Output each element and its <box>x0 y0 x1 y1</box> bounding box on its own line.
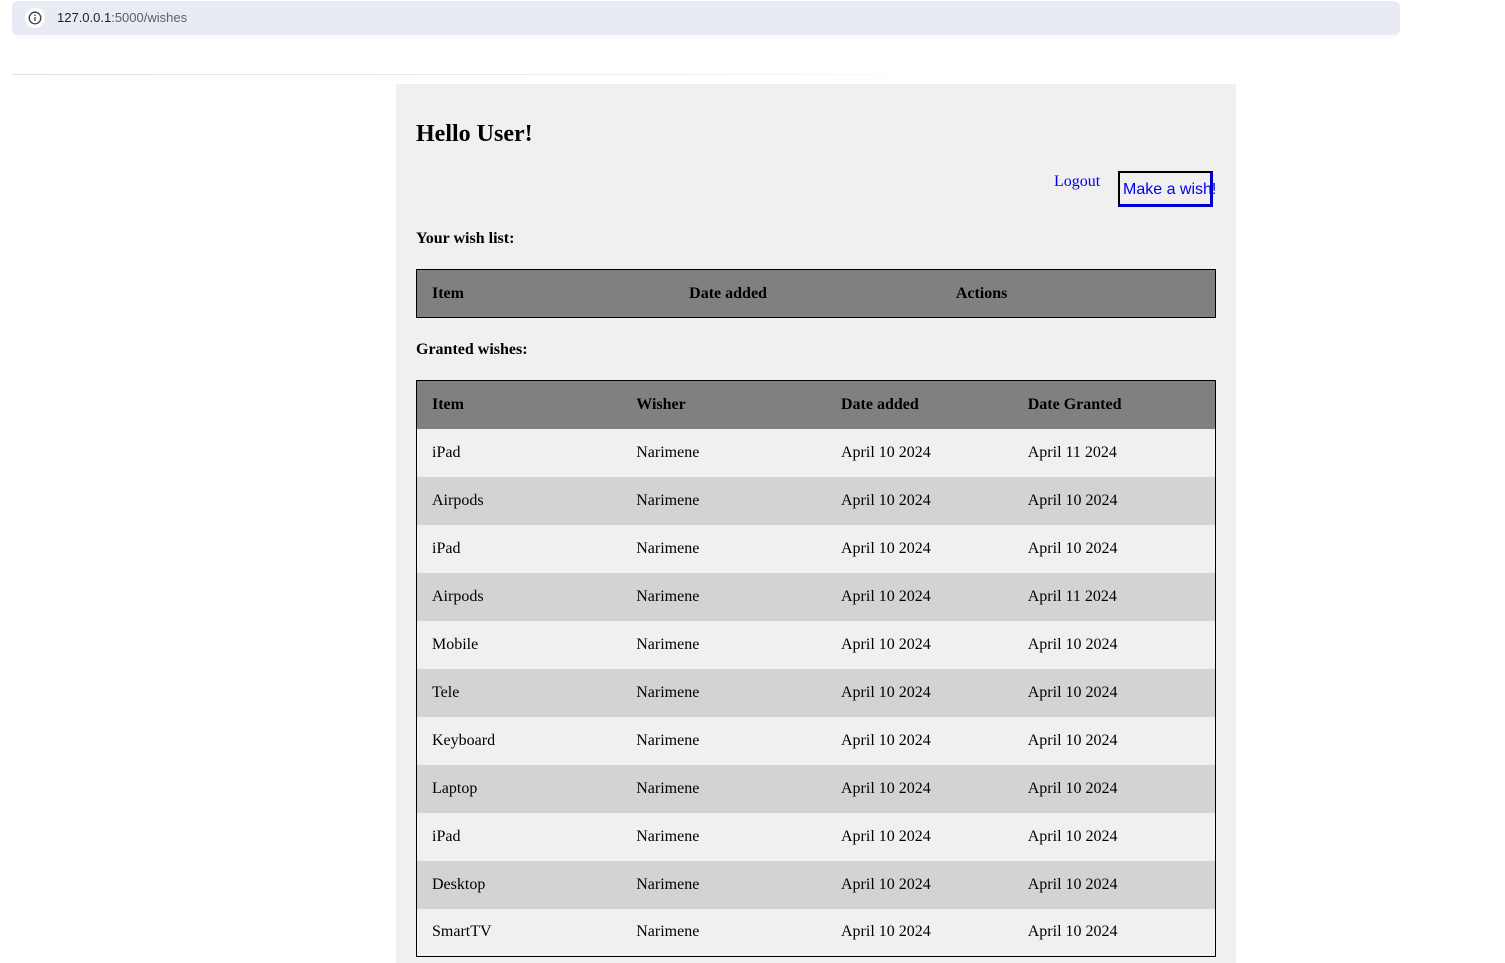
granted-cell-date-added: April 10 2024 <box>841 587 931 605</box>
granted-cell-date-granted: April 10 2024 <box>1027 731 1118 749</box>
granted-cell-date-granted: April 11 2024 <box>1027 587 1117 605</box>
granted-cell-date-added: April 10 2024 <box>841 683 931 701</box>
granted-cell-item: Tele <box>432 683 460 701</box>
granted-cell-wisher: Narimene <box>636 443 700 461</box>
url-path: :5000/wishes <box>111 10 188 25</box>
wish-list-header-actions: Actions <box>940 269 1216 318</box>
granted-header-date-added: Date added <box>826 380 1013 429</box>
granted-cell-wisher: Narimene <box>636 731 700 749</box>
granted-cell-date-added: April 10 2024 <box>841 731 931 749</box>
granted-cell-wisher: Narimene <box>636 635 700 653</box>
make-wish-button[interactable]: Make a wish! <box>1118 171 1216 207</box>
granted-cell-item: iPad <box>432 443 461 461</box>
granted-cell-wisher: Narimene <box>636 587 700 605</box>
table-row: Keyboard Narimene April 10 2024 April 10 20… <box>416 716 1216 765</box>
granted-cell-date-added: April 10 2024 <box>841 443 931 461</box>
granted-cell-date-added: April 10 2024 <box>841 875 931 893</box>
page-container: Hello User! Logout Make a wish! Your wis… <box>396 84 1236 963</box>
logout-link[interactable]: Logout <box>1054 173 1100 191</box>
granted-cell-item: Airpods <box>432 491 484 509</box>
granted-cell-wisher: Narimene <box>636 683 700 701</box>
granted-cell-wisher: Narimene <box>636 875 700 893</box>
greeting-heading: Hello User! <box>416 121 533 147</box>
granted-cell-date-granted: April 10 2024 <box>1027 539 1118 557</box>
granted-cell-date-granted: April 11 2024 <box>1027 443 1117 461</box>
granted-wishes-table: Item Wisher Date added Date Granted iPad… <box>416 380 1216 957</box>
granted-header-date-granted: Date Granted <box>1012 380 1216 429</box>
granted-cell-wisher: Narimene <box>636 827 700 845</box>
table-row: iPad Narimene April 10 2024 April 11 2024 <box>416 428 1216 477</box>
table-row: iPad Narimene April 10 2024 April 10 2024 <box>416 524 1216 573</box>
granted-cell-item: Keyboard <box>432 731 496 749</box>
table-row: Laptop Narimene April 10 2024 April 10 2024 <box>416 764 1216 813</box>
granted-cell-item: Mobile <box>432 635 479 653</box>
granted-cell-date-added: April 10 2024 <box>841 923 931 941</box>
site-info-icon[interactable] <box>25 8 45 28</box>
table-row: SmartTV Narimene April 10 2024 April 10 202… <box>416 908 1216 957</box>
address-bar[interactable]: 127.0.0.1:5000/wishes <box>12 1 1400 35</box>
toolbar-divider <box>12 74 962 75</box>
wish-list-table: Item Date added Actions <box>416 269 1216 318</box>
granted-header-row: Item Wisher Date added Date Granted <box>416 380 1216 429</box>
granted-cell-wisher: Narimene <box>636 779 700 797</box>
granted-cell-date-granted: April 10 2024 <box>1027 683 1118 701</box>
granted-cell-item: iPad <box>432 827 461 845</box>
table-row: Desktop Narimene April 10 2024 April 10 202… <box>416 860 1216 909</box>
granted-cell-date-added: April 10 2024 <box>841 827 931 845</box>
granted-cell-item: Airpods <box>432 587 484 605</box>
granted-cell-date-granted: April 10 2024 <box>1027 827 1118 845</box>
granted-cell-wisher: Narimene <box>636 491 700 509</box>
granted-cell-item: SmartTV <box>432 923 492 941</box>
table-row: Airpods Narimene April 10 2024 April 10 202… <box>416 476 1216 525</box>
wish-list-header-date-added: Date added <box>674 269 941 318</box>
granted-cell-date-added: April 10 2024 <box>841 491 931 509</box>
table-row: Tele Narimene April 10 2024 April 10 2024 <box>416 668 1216 717</box>
table-row: iPad Narimene April 10 2024 April 10 2024 <box>416 812 1216 861</box>
granted-cell-item: Desktop <box>432 875 486 893</box>
granted-cell-date-added: April 10 2024 <box>841 635 931 653</box>
granted-cell-date-granted: April 10 2024 <box>1027 923 1118 941</box>
granted-cell-date-granted: April 10 2024 <box>1027 491 1118 509</box>
granted-cell-item: Laptop <box>432 779 478 797</box>
granted-cell-wisher: Narimene <box>636 539 700 557</box>
wish-list-title: Your wish list: <box>416 230 515 247</box>
granted-header-item: Item <box>416 380 622 429</box>
granted-cell-date-added: April 10 2024 <box>841 779 931 797</box>
granted-wishes-title: Granted wishes: <box>416 341 528 358</box>
granted-cell-item: iPad <box>432 539 461 557</box>
granted-cell-date-added: April 10 2024 <box>841 539 931 557</box>
granted-cell-date-granted: April 10 2024 <box>1027 875 1118 893</box>
wish-list-header-item: Item <box>416 269 675 318</box>
granted-cell-date-granted: April 10 2024 <box>1027 635 1118 653</box>
wish-list-header-row: Item Date added Actions <box>416 269 1216 318</box>
url-text[interactable]: 127.0.0.1:5000/wishes <box>57 10 187 25</box>
table-row: Mobile Narimene April 10 2024 April 10 2024 <box>416 620 1216 669</box>
granted-cell-wisher: Narimene <box>636 923 700 941</box>
url-host: 127.0.0.1 <box>57 10 112 25</box>
granted-cell-date-granted: April 10 2024 <box>1027 779 1118 797</box>
table-row: Airpods Narimene April 10 2024 April 11 202… <box>416 572 1216 621</box>
granted-header-wisher: Wisher <box>621 380 826 429</box>
